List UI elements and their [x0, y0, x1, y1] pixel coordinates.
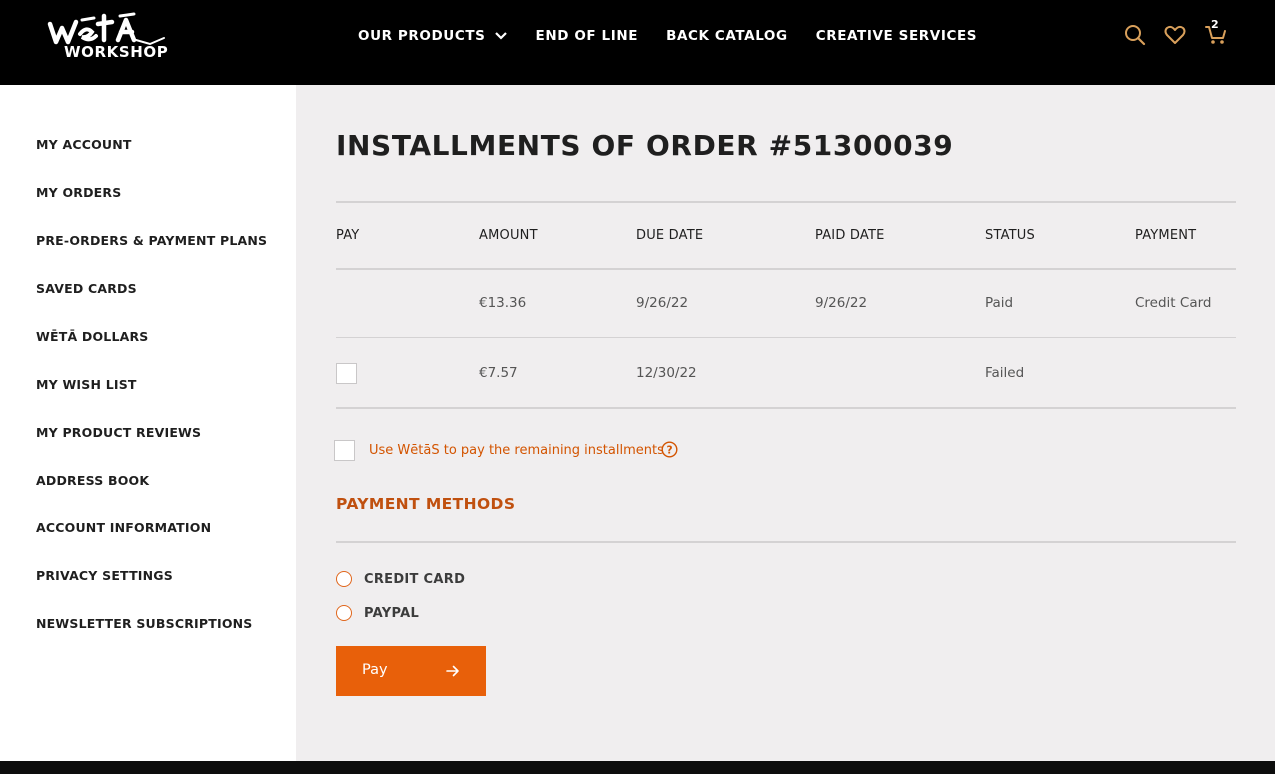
table-bottom-divider — [336, 407, 1236, 409]
sidebar-item-weta-dollars[interactable]: WĒTĀ DOLLARS — [36, 329, 149, 344]
col-header-status: STATUS — [985, 228, 1035, 243]
account-sidebar: MY ACCOUNT MY ORDERS PRE-ORDERS & PAYMEN… — [0, 85, 296, 761]
chevron-down-icon — [494, 32, 507, 40]
credit-card-label[interactable]: CREDIT CARD — [364, 572, 465, 587]
help-icon[interactable]: ? — [661, 441, 678, 458]
row2-pay-checkbox[interactable] — [336, 363, 357, 384]
row1-amount: €13.36 — [479, 295, 527, 311]
sidebar-item-privacy-settings[interactable]: PRIVACY SETTINGS — [36, 568, 173, 583]
pay-button-label: Pay — [362, 662, 388, 678]
col-header-amount: AMOUNT — [479, 228, 538, 243]
cart-count-badge: 2 — [1211, 18, 1219, 31]
col-header-payment: PAYMENT — [1135, 228, 1197, 243]
row-divider — [336, 337, 1236, 338]
pay-button[interactable]: Pay — [336, 646, 486, 696]
row2-due-date: 12/30/22 — [636, 365, 697, 381]
page-footer — [0, 761, 1275, 774]
search-icon[interactable] — [1123, 23, 1147, 47]
sidebar-item-address-book[interactable]: ADDRESS BOOK — [36, 473, 149, 488]
site-header: WORKSHOP OUR PRODUCTS END OF LINE BACK C… — [0, 0, 1275, 85]
page-title: INSTALLMENTS OF ORDER #51300039 — [336, 129, 954, 162]
main-nav: OUR PRODUCTS END OF LINE BACK CATALOG CR… — [358, 26, 977, 46]
arrow-right-icon — [446, 665, 459, 677]
row1-status: Paid — [985, 295, 1014, 311]
col-header-pay: PAY — [336, 228, 360, 243]
sidebar-item-my-account[interactable]: MY ACCOUNT — [36, 137, 132, 152]
sidebar-item-pre-orders[interactable]: PRE-ORDERS & PAYMENT PLANS — [36, 233, 267, 248]
sidebar-item-product-reviews[interactable]: MY PRODUCT REVIEWS — [36, 425, 201, 440]
nav-end-of-line[interactable]: END OF LINE — [536, 28, 639, 44]
table-top-divider — [336, 201, 1236, 203]
col-header-paid-date: PAID DATE — [815, 228, 885, 243]
nav-our-products[interactable]: OUR PRODUCTS — [358, 28, 508, 44]
sidebar-item-saved-cards[interactable]: SAVED CARDS — [36, 281, 137, 296]
sidebar-item-newsletter[interactable]: NEWSLETTER SUBSCRIPTIONS — [36, 616, 253, 631]
col-header-due-date: DUE DATE — [636, 228, 704, 243]
row1-due-date: 9/26/22 — [636, 295, 689, 311]
row2-amount: €7.57 — [479, 365, 518, 381]
weta-workshop-logo[interactable]: WORKSHOP — [46, 12, 172, 64]
sidebar-item-wish-list[interactable]: MY WISH LIST — [36, 377, 137, 392]
payment-methods-divider — [336, 541, 1236, 543]
use-wetas-label[interactable]: Use WētāS to pay the remaining installme… — [369, 443, 664, 458]
sidebar-item-my-orders[interactable]: MY ORDERS — [36, 185, 121, 200]
paypal-radio[interactable] — [336, 605, 352, 621]
row2-status: Failed — [985, 365, 1025, 381]
payment-methods-title: PAYMENT METHODS — [336, 495, 516, 513]
nav-back-catalog[interactable]: BACK CATALOG — [666, 28, 788, 44]
weta-logo-wordmark — [47, 12, 165, 46]
paypal-label[interactable]: PAYPAL — [364, 606, 419, 621]
logo-workshop-text: WORKSHOP — [64, 43, 169, 61]
row1-paid-date: 9/26/22 — [815, 295, 868, 311]
row1-payment: Credit Card — [1135, 295, 1212, 311]
table-header-divider — [336, 268, 1236, 270]
use-wetas-checkbox[interactable] — [334, 440, 355, 461]
main-content: INSTALLMENTS OF ORDER #51300039 PAY AMOU… — [296, 85, 1275, 761]
nav-our-products-label: OUR PRODUCTS — [358, 28, 486, 44]
heart-icon[interactable] — [1163, 23, 1187, 47]
nav-creative-services[interactable]: CREATIVE SERVICES — [816, 28, 977, 44]
sidebar-item-account-information[interactable]: ACCOUNT INFORMATION — [36, 520, 211, 535]
credit-card-radio[interactable] — [336, 571, 352, 587]
svg-text:?: ? — [666, 444, 672, 456]
